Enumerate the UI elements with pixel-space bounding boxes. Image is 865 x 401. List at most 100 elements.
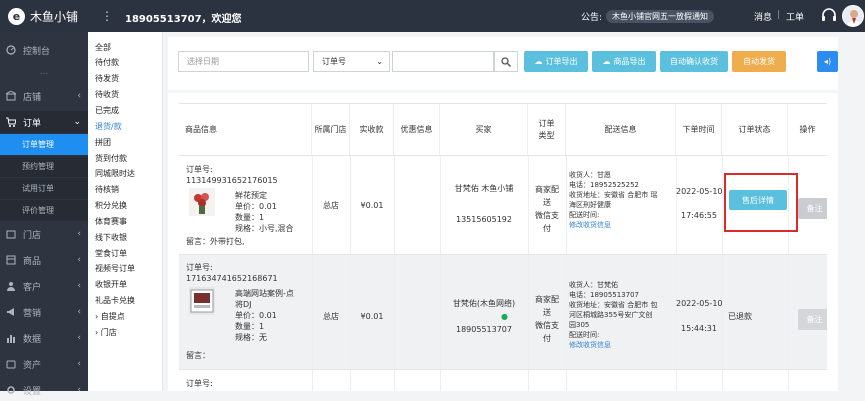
col-header-order-type: 订单类型 <box>528 104 566 155</box>
auto-ship-button[interactable]: 自动发货 <box>732 51 786 72</box>
subnav-item[interactable]: 待收货 <box>95 89 119 100</box>
product-name-cont[interactable]: 将DJ <box>235 299 252 310</box>
order-label: 订单号: <box>186 263 213 272</box>
sidebar-item-goods[interactable]: 商品 ‹ <box>0 249 88 271</box>
subnav-item[interactable]: 待付款 <box>95 57 119 68</box>
remark: 留言： <box>186 351 210 360</box>
order-type-delivery: 商家配送 <box>535 185 559 207</box>
notice-link[interactable]: 木鱼小铺官网五一放假通知 <box>606 10 715 23</box>
buyer-phone: 18905513707 <box>456 325 512 334</box>
subnav-item[interactable]: 货到付款 <box>95 153 127 164</box>
sidebar-item-marketing[interactable]: 营销 ‹ <box>0 301 88 323</box>
sidebar-divider-dots: ... <box>39 67 49 77</box>
headset-icon[interactable] <box>820 7 838 25</box>
subnav-item[interactable]: 视频号订单 <box>95 263 135 274</box>
product-thumbnail[interactable] <box>189 188 215 216</box>
sidebar-item-customers[interactable]: 客户 ‹ <box>0 275 88 297</box>
gear-icon <box>6 385 16 395</box>
users-icon <box>6 281 16 291</box>
messages-link[interactable]: 消息 <box>754 10 772 23</box>
remark-button[interactable]: 备注 <box>798 309 827 330</box>
col-header-status: 订单状态 <box>722 104 788 155</box>
edit-address-link[interactable]: 修改收货信息 <box>569 220 611 231</box>
order-date: 2022-05-10 <box>676 299 723 308</box>
after-sale-details-button[interactable]: 售后详情 <box>729 190 787 210</box>
subnav-item[interactable]: 全部 <box>95 42 111 53</box>
paid-amount: ¥0.01 <box>360 312 384 321</box>
sidebar-sub-order-manage[interactable]: 订单管理 <box>0 134 88 155</box>
export-goods-button[interactable]: ☁ 商品导出 <box>592 51 656 72</box>
subnav-item[interactable]: 已完成 <box>95 105 119 116</box>
spec: 规格：无 <box>235 333 267 342</box>
table-row: 订单号: 113149931652176015 鲜花预定 单价：0.01 数量：… <box>179 155 827 255</box>
order-time: 15:44:31 <box>681 324 717 333</box>
chevron-left-icon: ‹ <box>77 281 81 291</box>
edit-address-link[interactable]: 修改收货信息 <box>569 340 611 351</box>
logo[interactable]: e 木鱼小铺 <box>8 7 78 25</box>
sidebar-item-data[interactable]: 数据 ‹ <box>0 327 88 349</box>
sidebar: 控制台 ... 店铺 ‹ 订单 ⌄ 订单管理 预约管理 试用订单 评价管理 门店… <box>0 32 88 397</box>
sidebar-item-assets[interactable]: 资产 ‹ <box>0 353 88 375</box>
store-icon <box>5 90 17 101</box>
avatar[interactable] <box>842 5 864 27</box>
unit-price: 单价：0.01 <box>235 311 277 320</box>
subnav-tree-pickup[interactable]: › 自提点 <box>95 311 125 322</box>
chevron-left-icon: ‹ <box>77 359 81 369</box>
subnav-item[interactable]: 体育赛事 <box>95 216 127 227</box>
vertical-dots-icon[interactable]: ⋮ <box>101 9 113 23</box>
sidebar-item-label: 资产 <box>23 360 42 371</box>
tickets-link[interactable]: 工单 <box>786 10 804 23</box>
subnav-item[interactable]: 同城限时达 <box>95 168 135 179</box>
export-orders-button[interactable]: ☁ 订单导出 <box>524 51 588 72</box>
subnav-item[interactable]: 堂食订单 <box>95 248 127 259</box>
search-button[interactable] <box>494 51 518 72</box>
sidebar-item-label: 商品 <box>23 256 42 267</box>
search-field-select[interactable]: 订单号 ⌄ <box>313 51 390 72</box>
sidebar-item-store[interactable]: 店铺 ‹ <box>0 85 88 107</box>
product-name[interactable]: 高端网站案例-点 <box>235 288 294 299</box>
status-badge: 已退款 <box>728 312 752 321</box>
order-type-payment: 微信支付 <box>535 321 559 343</box>
volume-icon: ◂) <box>823 57 832 66</box>
subnav-item[interactable]: 积分兑换 <box>95 200 127 211</box>
header-separator: | <box>777 10 781 20</box>
col-header-store: 所属门店 <box>312 104 350 155</box>
sound-toggle-button[interactable]: ◂) <box>817 51 838 72</box>
quantity: 数量：1 <box>235 322 265 331</box>
subnav-item[interactable]: 收银开单 <box>95 279 127 290</box>
order-label: 订单号: <box>186 379 213 388</box>
chevron-left-icon: ‹ <box>77 255 81 265</box>
wechat-icon: ● <box>501 312 508 321</box>
subnav-item[interactable]: 待发货 <box>95 73 119 84</box>
col-header-discount: 优惠信息 <box>394 104 440 155</box>
sidebar-item-dashboard[interactable]: 控制台 <box>0 39 88 61</box>
sidebar-sub-trial-orders[interactable]: 试用订单 <box>0 178 88 199</box>
date-picker-input[interactable]: 选择日期 <box>178 51 309 72</box>
col-header-product: 商品信息 <box>179 104 312 155</box>
product-thumbnail[interactable] <box>189 287 215 315</box>
sidebar-sub-appointments[interactable]: 预约管理 <box>0 156 88 177</box>
order-time: 17:46:55 <box>681 211 717 220</box>
order-type-payment: 微信支付 <box>535 211 559 233</box>
subnav-tree-stores[interactable]: › 门店 <box>95 327 117 338</box>
sidebar-item-shops[interactable]: 门店 ‹ <box>0 223 88 245</box>
auto-confirm-receipt-button[interactable]: 自动确认收货 <box>660 51 728 72</box>
buyer-name[interactable]: 甘梵佑(木鱼网络) <box>450 297 518 310</box>
paid-amount: ¥0.01 <box>360 201 384 210</box>
chevron-down-icon: ⌄ <box>73 117 81 127</box>
subnav-item[interactable]: 待核销 <box>95 184 119 195</box>
col-header-order-time: 下单时间 <box>676 104 722 155</box>
col-header-buyer: 买家 <box>440 104 528 155</box>
subnav-item-active[interactable]: 退货/款 <box>95 121 122 132</box>
buyer-name[interactable]: 甘梵佑 木鱼小铺 <box>450 182 518 195</box>
sidebar-item-orders[interactable]: 订单 ⌄ <box>0 111 88 133</box>
subnav-item[interactable]: 礼品卡兑换 <box>95 295 135 306</box>
product-name[interactable]: 鲜花预定 <box>235 190 267 201</box>
subnav-item[interactable]: 拼团 <box>95 137 111 148</box>
remark-button[interactable]: 备注 <box>798 198 827 219</box>
col-header-actions: 操作 <box>799 124 816 134</box>
sidebar-sub-reviews[interactable]: 评价管理 <box>0 200 88 221</box>
subnav-item[interactable]: 线下收银 <box>95 232 127 243</box>
sidebar-item-settings[interactable]: 设置 ‹ <box>0 379 88 401</box>
search-input[interactable] <box>392 51 494 72</box>
